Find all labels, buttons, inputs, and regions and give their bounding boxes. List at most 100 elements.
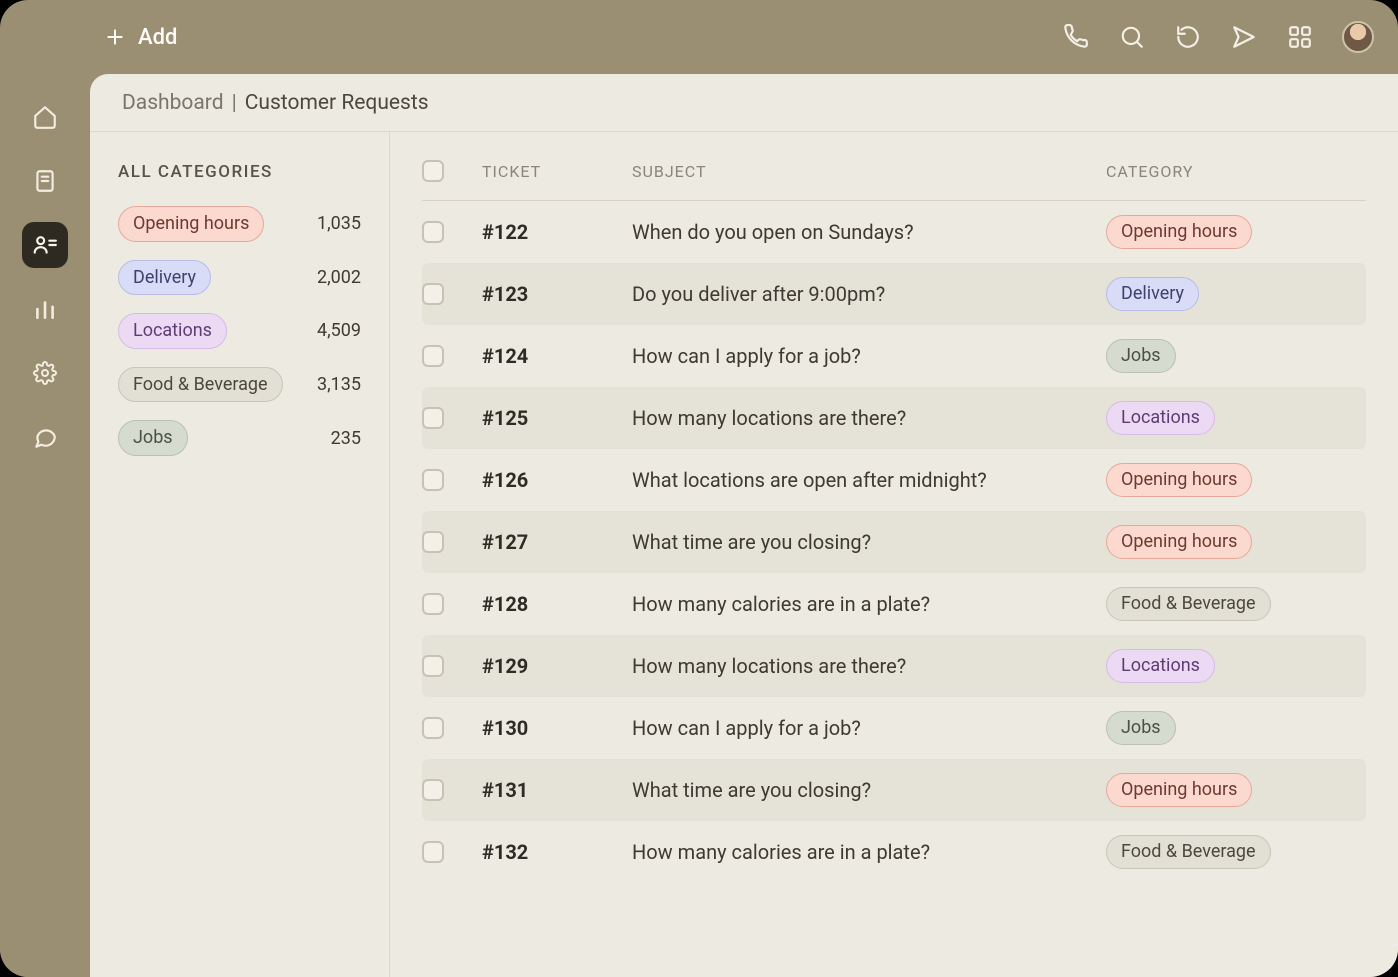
row-checkbox[interactable] bbox=[422, 469, 444, 491]
category-count: 3,135 bbox=[317, 374, 361, 395]
ticket-category-pill: Jobs bbox=[1106, 339, 1176, 373]
refresh-icon[interactable] bbox=[1174, 23, 1202, 51]
ticket-subject: How many calories are in a plate? bbox=[632, 592, 1106, 616]
category-row[interactable]: Food & Beverage 3,135 bbox=[118, 367, 361, 403]
row-checkbox[interactable] bbox=[422, 717, 444, 739]
table-row[interactable]: #131What time are you closing?Opening ho… bbox=[422, 759, 1366, 821]
ticket-category-pill: Opening hours bbox=[1106, 525, 1252, 559]
send-icon[interactable] bbox=[1230, 23, 1258, 51]
ticket-subject: How many locations are there? bbox=[632, 654, 1106, 678]
row-checkbox[interactable] bbox=[422, 779, 444, 801]
ticket-category-pill: Jobs bbox=[1106, 711, 1176, 745]
ticket-subject: What locations are open after midnight? bbox=[632, 468, 1106, 492]
nav-analytics[interactable] bbox=[22, 286, 68, 332]
ticket-category-pill: Opening hours bbox=[1106, 215, 1252, 249]
search-icon[interactable] bbox=[1118, 23, 1146, 51]
row-checkbox[interactable] bbox=[422, 655, 444, 677]
row-checkbox[interactable] bbox=[422, 531, 444, 553]
table-row[interactable]: #123Do you deliver after 9:00pm?Delivery bbox=[422, 263, 1366, 325]
tickets-panel: TICKET SUBJECT CATEGORY #122When do you … bbox=[390, 132, 1398, 977]
nav-docs[interactable] bbox=[22, 158, 68, 204]
nav-home[interactable] bbox=[22, 94, 68, 140]
row-checkbox[interactable] bbox=[422, 407, 444, 429]
ticket-id: #124 bbox=[482, 344, 632, 368]
table-row[interactable]: #130How can I apply for a job?Jobs bbox=[422, 697, 1366, 759]
categories-panel: ALL CATEGORIES Opening hours 1,035 Deliver… bbox=[90, 132, 390, 977]
phone-icon[interactable] bbox=[1062, 23, 1090, 51]
ticket-id: #125 bbox=[482, 406, 632, 430]
table-row[interactable]: #127What time are you closing?Opening ho… bbox=[422, 511, 1366, 573]
ticket-subject: How many locations are there? bbox=[632, 406, 1106, 430]
ticket-id: #130 bbox=[482, 716, 632, 740]
category-row[interactable]: Opening hours 1,035 bbox=[118, 206, 361, 242]
ticket-subject: How many calories are in a plate? bbox=[632, 840, 1106, 864]
content: Dashboard | Customer Requests ALL CATEGO… bbox=[90, 74, 1398, 977]
nav-settings[interactable] bbox=[22, 350, 68, 396]
col-subject: SUBJECT bbox=[632, 162, 1106, 181]
ticket-subject: When do you open on Sundays? bbox=[632, 220, 1106, 244]
table-row[interactable]: #129How many locations are there?Locatio… bbox=[422, 635, 1366, 697]
row-checkbox[interactable] bbox=[422, 283, 444, 305]
category-pill: Food & Beverage bbox=[118, 367, 283, 403]
col-ticket: TICKET bbox=[482, 162, 632, 181]
ticket-id: #131 bbox=[482, 778, 632, 802]
category-row[interactable]: Jobs 235 bbox=[118, 420, 361, 456]
grid-icon[interactable] bbox=[1286, 23, 1314, 51]
category-pill: Locations bbox=[118, 313, 227, 349]
category-row[interactable]: Delivery 2,002 bbox=[118, 260, 361, 296]
add-button[interactable]: Add bbox=[104, 25, 177, 50]
ticket-category-pill: Locations bbox=[1106, 401, 1215, 435]
table-row[interactable]: #125How many locations are there?Locatio… bbox=[422, 387, 1366, 449]
category-count: 1,035 bbox=[317, 213, 361, 234]
nav-customers[interactable] bbox=[22, 222, 68, 268]
crumb-current: Customer Requests bbox=[245, 91, 429, 115]
ticket-subject: What time are you closing? bbox=[632, 778, 1106, 802]
ticket-id: #122 bbox=[482, 220, 632, 244]
category-pill: Jobs bbox=[118, 420, 188, 456]
table-header: TICKET SUBJECT CATEGORY bbox=[422, 150, 1366, 201]
col-category: CATEGORY bbox=[1106, 162, 1366, 181]
ticket-id: #132 bbox=[482, 840, 632, 864]
ticket-subject: Do you deliver after 9:00pm? bbox=[632, 282, 1106, 306]
ticket-id: #126 bbox=[482, 468, 632, 492]
add-label: Add bbox=[138, 25, 177, 50]
categories-title: ALL CATEGORIES bbox=[118, 162, 361, 182]
category-count: 235 bbox=[331, 428, 361, 449]
table-row[interactable]: #126What locations are open after midnig… bbox=[422, 449, 1366, 511]
row-checkbox[interactable] bbox=[422, 221, 444, 243]
ticket-id: #127 bbox=[482, 530, 632, 554]
category-count: 2,002 bbox=[317, 267, 361, 288]
breadcrumb: Dashboard | Customer Requests bbox=[90, 74, 1398, 132]
ticket-id: #128 bbox=[482, 592, 632, 616]
select-all-checkbox[interactable] bbox=[422, 160, 444, 182]
ticket-category-pill: Opening hours bbox=[1106, 773, 1252, 807]
crumb-sep: | bbox=[232, 91, 237, 115]
topbar-actions bbox=[1062, 21, 1374, 53]
category-row[interactable]: Locations 4,509 bbox=[118, 313, 361, 349]
topbar: Add bbox=[0, 0, 1398, 74]
ticket-subject: How can I apply for a job? bbox=[632, 344, 1106, 368]
nav-chat[interactable] bbox=[22, 414, 68, 460]
plus-icon bbox=[104, 26, 126, 48]
row-checkbox[interactable] bbox=[422, 841, 444, 863]
ticket-category-pill: Locations bbox=[1106, 649, 1215, 683]
category-pill: Delivery bbox=[118, 260, 211, 296]
row-checkbox[interactable] bbox=[422, 345, 444, 367]
table-row[interactable]: #128How many calories are in a plate?Foo… bbox=[422, 573, 1366, 635]
nav-rail bbox=[0, 74, 90, 977]
ticket-id: #123 bbox=[482, 282, 632, 306]
app-frame: Add bbox=[0, 0, 1398, 977]
ticket-id: #129 bbox=[482, 654, 632, 678]
avatar[interactable] bbox=[1342, 21, 1374, 53]
crumb-root[interactable]: Dashboard bbox=[122, 91, 224, 115]
row-checkbox[interactable] bbox=[422, 593, 444, 615]
ticket-category-pill: Opening hours bbox=[1106, 463, 1252, 497]
category-pill: Opening hours bbox=[118, 206, 264, 242]
ticket-category-pill: Food & Beverage bbox=[1106, 587, 1271, 621]
table-row[interactable]: #124How can I apply for a job?Jobs bbox=[422, 325, 1366, 387]
ticket-category-pill: Delivery bbox=[1106, 277, 1199, 311]
table-row[interactable]: #132How many calories are in a plate?Foo… bbox=[422, 821, 1366, 883]
category-count: 4,509 bbox=[317, 320, 361, 341]
table-row[interactable]: #122When do you open on Sundays?Opening … bbox=[422, 201, 1366, 263]
ticket-subject: What time are you closing? bbox=[632, 530, 1106, 554]
